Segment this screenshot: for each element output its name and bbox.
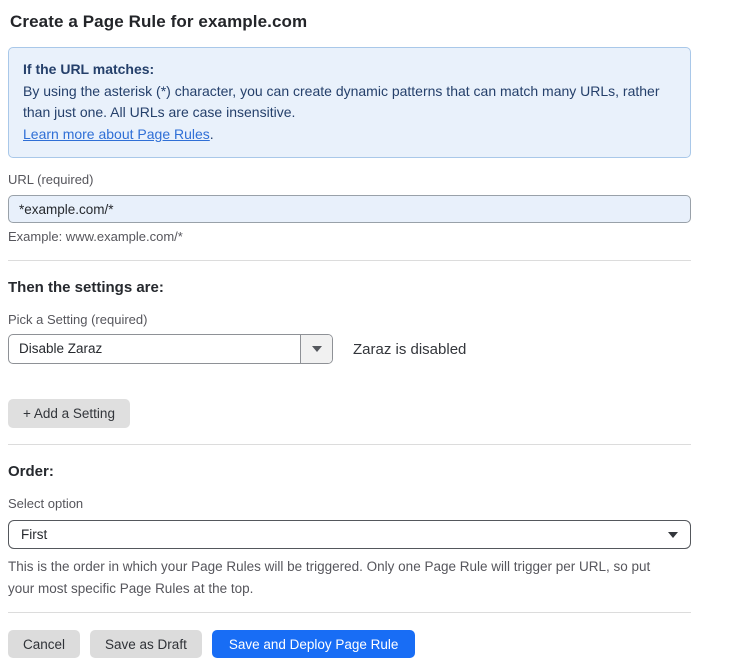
order-select-value: First (21, 527, 47, 542)
page-title: Create a Page Rule for example.com (10, 12, 691, 32)
url-field-label: URL (required) (8, 172, 691, 187)
link-suffix: . (210, 126, 214, 142)
caret-down-icon (668, 532, 678, 538)
learn-more-link[interactable]: Learn more about Page Rules (23, 126, 210, 142)
add-setting-button[interactable]: + Add a Setting (8, 399, 130, 428)
divider (8, 444, 691, 445)
setting-row: Disable Zaraz Zaraz is disabled (8, 334, 691, 364)
cancel-button[interactable]: Cancel (8, 630, 80, 658)
url-input[interactable] (8, 195, 691, 223)
info-box-link-line: Learn more about Page Rules. (23, 124, 676, 145)
settings-section-heading: Then the settings are: (8, 279, 691, 296)
url-match-info-box: If the URL matches: By using the asteris… (8, 47, 691, 158)
order-section-heading: Order: (8, 463, 691, 480)
info-box-body: By using the asterisk (*) character, you… (23, 81, 676, 123)
info-box-heading: If the URL matches: (23, 59, 676, 80)
setting-status-text: Zaraz is disabled (353, 341, 466, 358)
caret-down-icon (312, 346, 322, 352)
order-help-text: This is the order in which your Page Rul… (8, 556, 680, 600)
url-example-text: Example: www.example.com/* (8, 229, 691, 244)
setting-dropdown[interactable]: Disable Zaraz (8, 334, 333, 364)
order-select[interactable]: First (8, 520, 691, 549)
pick-setting-label: Pick a Setting (required) (8, 312, 691, 327)
divider (8, 612, 691, 613)
setting-dropdown-value: Disable Zaraz (9, 335, 300, 363)
save-as-draft-button[interactable]: Save as Draft (90, 630, 202, 658)
divider (8, 260, 691, 261)
order-select-label: Select option (8, 496, 691, 511)
page-rule-form: Create a Page Rule for example.com If th… (0, 0, 750, 658)
form-actions: Cancel Save as Draft Save and Deploy Pag… (8, 630, 691, 658)
save-and-deploy-button[interactable]: Save and Deploy Page Rule (212, 630, 416, 658)
setting-dropdown-arrow-button[interactable] (300, 335, 332, 363)
